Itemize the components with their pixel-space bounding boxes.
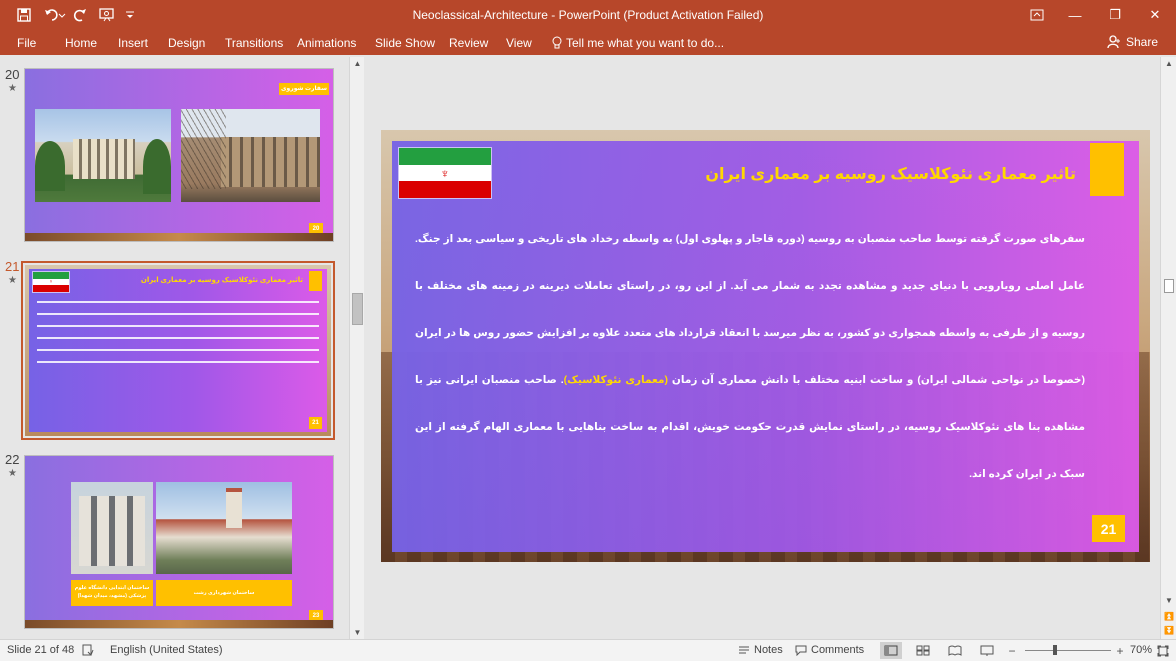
animation-star-icon: ★: [8, 83, 17, 94]
previous-slide-icon[interactable]: ⏫: [1161, 612, 1176, 621]
thumbnail-number: 21: [5, 259, 20, 274]
thumbnail-slide-number: 20: [309, 223, 323, 235]
notes-button[interactable]: Notes: [738, 644, 783, 656]
status-bar: Slide 21 of 48 English (United States) N…: [0, 639, 1176, 661]
title-accent-tab: [1090, 143, 1124, 196]
restore-button[interactable]: ❐: [1093, 0, 1137, 30]
editor-scrollbar[interactable]: ▲ ▼ ⏫ ⏬: [1160, 57, 1176, 639]
iran-flag-icon: ♆: [398, 147, 492, 199]
thumbnail-title: تاثیر معماری نئوکلاسیک روسیه بر معماری ا…: [140, 277, 303, 284]
thumbnail-slide-22[interactable]: ساختمان ابتدایی دانشگاه علوم پزشکی (مشهد…: [24, 455, 334, 629]
scrollbar-thumb[interactable]: [1164, 279, 1174, 293]
slide-sorter-icon[interactable]: [912, 642, 934, 659]
notes-label: Notes: [754, 644, 783, 656]
tab-animations[interactable]: Animations: [297, 34, 356, 52]
slide-body-text[interactable]: سفرهای صورت گرفته توسط صاحب منصبان به رو…: [415, 216, 1085, 498]
animation-star-icon: ★: [8, 275, 17, 286]
current-slide[interactable]: ♆ تاثیر معماری نئوکلاسیک روسیه بر معماری…: [381, 130, 1150, 562]
comments-label: Comments: [811, 644, 865, 656]
thumbnail-slide-number: 21: [309, 417, 322, 429]
tab-transitions[interactable]: Transitions: [225, 34, 283, 52]
animation-star-icon: ★: [8, 468, 17, 479]
zoom-out-button[interactable]: −: [1005, 642, 1019, 659]
body-highlight: (معماری نئوکلاسیک): [563, 374, 668, 386]
thumbnail-body-text: [37, 301, 319, 365]
scroll-up-arrow-icon[interactable]: ▲: [350, 59, 365, 68]
thumbnail-number: 20: [5, 67, 20, 82]
tab-home[interactable]: Home: [65, 34, 97, 52]
tab-slide-show[interactable]: Slide Show: [375, 34, 435, 52]
scroll-down-arrow-icon[interactable]: ▼: [1161, 596, 1176, 605]
tab-design[interactable]: Design: [168, 34, 205, 52]
thumbnail-number: 22: [5, 452, 20, 467]
spell-check-icon[interactable]: [82, 644, 94, 656]
zoom-level[interactable]: 70%: [1130, 644, 1152, 656]
zoom-slider[interactable]: [1025, 645, 1111, 655]
lightbulb-icon: [552, 36, 562, 49]
scroll-down-arrow-icon[interactable]: ▼: [350, 628, 365, 637]
embassy-photo: [35, 109, 171, 202]
person-icon: [1107, 35, 1120, 49]
thumbnail-caption-right: ساختمان شهرداری رشت: [156, 580, 292, 606]
slide-position: Slide 21 of 48: [7, 644, 75, 656]
comments-button[interactable]: Comments: [795, 644, 864, 656]
thumbnail-slide-number: 23: [309, 610, 323, 622]
tab-review[interactable]: Review: [449, 34, 488, 52]
reading-view-icon[interactable]: [944, 642, 966, 659]
language-indicator[interactable]: English (United States): [110, 644, 223, 656]
thumbnail-scrollbar[interactable]: ▲ ▼: [349, 57, 364, 639]
next-slide-icon[interactable]: ⏬: [1161, 626, 1176, 635]
tab-insert[interactable]: Insert: [118, 34, 148, 52]
share-button[interactable]: Share: [1107, 33, 1158, 51]
comment-icon: [795, 645, 807, 656]
minimize-button[interactable]: —: [1053, 0, 1097, 30]
body-text: سفرهای صورت گرفته توسط صاحب منصبان به رو…: [415, 233, 1085, 386]
tell-me-box[interactable]: Tell me what you want to do...: [552, 34, 724, 52]
tell-me-label: Tell me what you want to do...: [566, 36, 725, 50]
rasht-municipality-photo: [156, 482, 292, 574]
slide-title[interactable]: تاثیر معماری نئوکلاسیک روسیه بر معماری ا…: [705, 164, 1076, 184]
thumbnail-caption-left: ساختمان ابتدایی دانشگاه علوم پزشکی (مشهد…: [71, 580, 153, 606]
title-bar: Neoclassical-Architecture - PowerPoint (…: [0, 0, 1176, 30]
building-photo: [181, 109, 320, 202]
ribbon-tabs: File Home Insert Design Transitions Anim…: [0, 30, 1176, 55]
notes-icon: [739, 646, 749, 654]
thumbnail-caption: سفارت شوروی: [279, 83, 329, 95]
normal-view-icon[interactable]: [880, 642, 902, 659]
fit-slide-to-window-icon[interactable]: [1153, 642, 1173, 659]
tab-view[interactable]: View: [506, 34, 532, 52]
body-text-end: . صاحب منصبان ایرانی نیز با مشاهده بنا ه…: [415, 374, 1085, 480]
close-button[interactable]: ✕: [1133, 0, 1176, 30]
university-building-photo: [71, 482, 153, 574]
iran-flag-icon: ♆: [32, 271, 70, 293]
tab-file[interactable]: File: [17, 34, 36, 52]
zoom-slider-thumb[interactable]: [1053, 645, 1057, 655]
slide-thumbnail-pane[interactable]: 20 ★ سفارت شوروی 20 21 ★ ♆ تاثیر معماری: [0, 57, 348, 639]
thumbnail-slide-21[interactable]: ♆ تاثیر معماری نئوکلاسیک روسیه بر معماری…: [21, 261, 335, 440]
slide-show-icon[interactable]: [976, 642, 998, 659]
scroll-up-arrow-icon[interactable]: ▲: [1161, 59, 1176, 68]
slide-editor[interactable]: ♆ تاثیر معماری نئوکلاسیک روسیه بر معماری…: [366, 57, 1160, 639]
zoom-in-button[interactable]: +: [1113, 642, 1127, 659]
share-label: Share: [1125, 35, 1158, 49]
window-title: Neoclassical-Architecture - PowerPoint (…: [412, 8, 764, 22]
slide-number-box: 21: [1092, 515, 1125, 542]
title-accent-tab: [309, 271, 322, 291]
scrollbar-thumb[interactable]: [352, 293, 363, 325]
thumbnail-slide-20[interactable]: سفارت شوروی 20: [24, 68, 334, 242]
